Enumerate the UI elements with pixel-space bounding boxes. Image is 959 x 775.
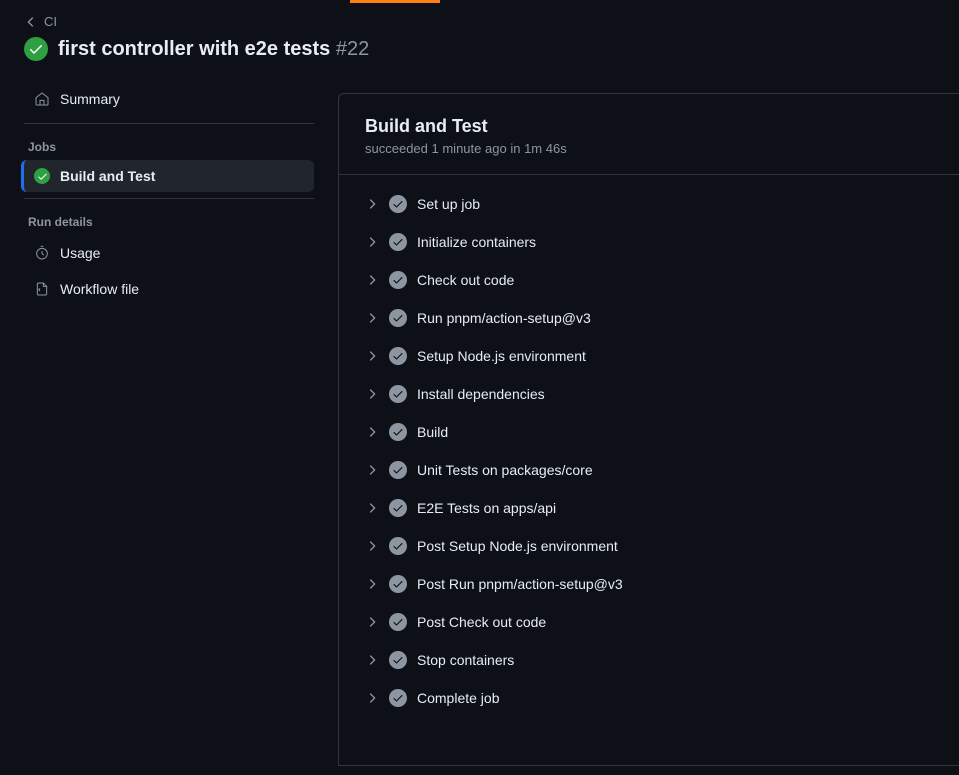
step-row[interactable]: Setup Node.js environment [339, 337, 959, 375]
check-circle-icon [24, 37, 48, 61]
breadcrumb-label: CI [44, 14, 57, 29]
steps-list: Set up job Initialize containers Check out… [339, 175, 959, 727]
check-circle-icon [389, 423, 407, 441]
page-title: first controller with e2e tests #22 [58, 38, 369, 61]
step-row[interactable]: E2E Tests on apps/api [339, 489, 959, 527]
chevron-right-icon [365, 311, 379, 325]
step-label: Set up job [417, 196, 480, 212]
chevron-right-icon [365, 615, 379, 629]
sidebar-usage-label: Usage [60, 245, 100, 261]
breadcrumb[interactable]: CI [24, 14, 935, 29]
check-circle-icon [389, 347, 407, 365]
step-label: Run pnpm/action-setup@v3 [417, 310, 591, 326]
chevron-right-icon [365, 273, 379, 287]
title-row: first controller with e2e tests #22 [24, 37, 935, 61]
step-row[interactable]: Run pnpm/action-setup@v3 [339, 299, 959, 337]
chevron-right-icon [365, 691, 379, 705]
step-row[interactable]: Complete job [339, 679, 959, 717]
check-circle-icon [389, 651, 407, 669]
step-label: Post Check out code [417, 614, 546, 630]
check-circle-icon [389, 233, 407, 251]
step-label: Setup Node.js environment [417, 348, 586, 364]
chevron-right-icon [365, 197, 379, 211]
arrow-left-icon [24, 15, 38, 29]
job-status-text: succeeded [365, 141, 428, 156]
chevron-right-icon [365, 425, 379, 439]
step-row[interactable]: Initialize containers [339, 223, 959, 261]
chevron-right-icon [365, 501, 379, 515]
chevron-right-icon [365, 349, 379, 363]
step-row[interactable]: Post Setup Node.js environment [339, 527, 959, 565]
run-number: #22 [336, 38, 369, 60]
chevron-right-icon [365, 387, 379, 401]
job-header: Build and Test succeeded 1 minute ago in… [339, 94, 959, 175]
step-label: Complete job [417, 690, 500, 706]
sidebar-job-label: Build and Test [60, 168, 155, 184]
chevron-right-icon [365, 577, 379, 591]
step-label: Post Run pnpm/action-setup@v3 [417, 576, 623, 592]
chevron-right-icon [365, 653, 379, 667]
chevron-right-icon [365, 235, 379, 249]
check-circle-icon [389, 385, 407, 403]
job-when: 1 minute ago [432, 141, 507, 156]
check-circle-icon [389, 461, 407, 479]
workflow-title: first controller with e2e tests [58, 38, 330, 60]
check-circle-icon [389, 575, 407, 593]
step-row[interactable]: Post Run pnpm/action-setup@v3 [339, 565, 959, 603]
sidebar-job-build-and-test[interactable]: Build and Test [21, 160, 314, 192]
job-subtitle: succeeded 1 minute ago in 1m 46s [365, 141, 933, 156]
step-row[interactable]: Build [339, 413, 959, 451]
step-row[interactable]: Post Check out code [339, 603, 959, 641]
sidebar-summary[interactable]: Summary [24, 81, 314, 117]
sidebar-usage[interactable]: Usage [24, 235, 314, 271]
page-header: CI first controller with e2e tests #22 [0, 0, 959, 81]
check-circle-icon [389, 537, 407, 555]
check-circle-icon [389, 271, 407, 289]
step-label: Install dependencies [417, 386, 545, 402]
sidebar-workflow-file[interactable]: Workflow file [24, 271, 314, 307]
step-label: Unit Tests on packages/core [417, 462, 593, 478]
step-label: Stop containers [417, 652, 514, 668]
chevron-right-icon [365, 539, 379, 553]
chevron-right-icon [365, 463, 379, 477]
step-row[interactable]: Unit Tests on packages/core [339, 451, 959, 489]
step-row[interactable]: Install dependencies [339, 375, 959, 413]
step-row[interactable]: Set up job [339, 185, 959, 223]
sidebar: Summary Jobs Build and Test Run details … [0, 81, 330, 766]
divider [24, 198, 314, 199]
step-row[interactable]: Check out code [339, 261, 959, 299]
step-label: E2E Tests on apps/api [417, 500, 556, 516]
job-in-word: in [510, 141, 520, 156]
check-circle-icon [389, 195, 407, 213]
job-title: Build and Test [365, 116, 933, 137]
top-accent-bar [350, 0, 440, 3]
layout: Summary Jobs Build and Test Run details … [0, 81, 959, 766]
step-label: Initialize containers [417, 234, 536, 250]
sidebar-workflow-file-label: Workflow file [60, 281, 139, 297]
check-circle-icon [389, 689, 407, 707]
step-row[interactable]: Stop containers [339, 641, 959, 679]
check-circle-icon [34, 168, 50, 184]
file-symlink-icon [34, 281, 50, 297]
divider [24, 123, 314, 124]
job-duration: 1m 46s [524, 141, 567, 156]
step-label: Build [417, 424, 448, 440]
sidebar-jobs-heading: Jobs [24, 130, 314, 160]
sidebar-run-details-heading: Run details [24, 205, 314, 235]
step-label: Check out code [417, 272, 514, 288]
step-label: Post Setup Node.js environment [417, 538, 618, 554]
main-panel: Build and Test succeeded 1 minute ago in… [338, 93, 959, 766]
check-circle-icon [389, 613, 407, 631]
home-icon [34, 91, 50, 107]
check-circle-icon [389, 499, 407, 517]
stopwatch-icon [34, 245, 50, 261]
sidebar-summary-label: Summary [60, 91, 120, 107]
check-circle-icon [389, 309, 407, 327]
